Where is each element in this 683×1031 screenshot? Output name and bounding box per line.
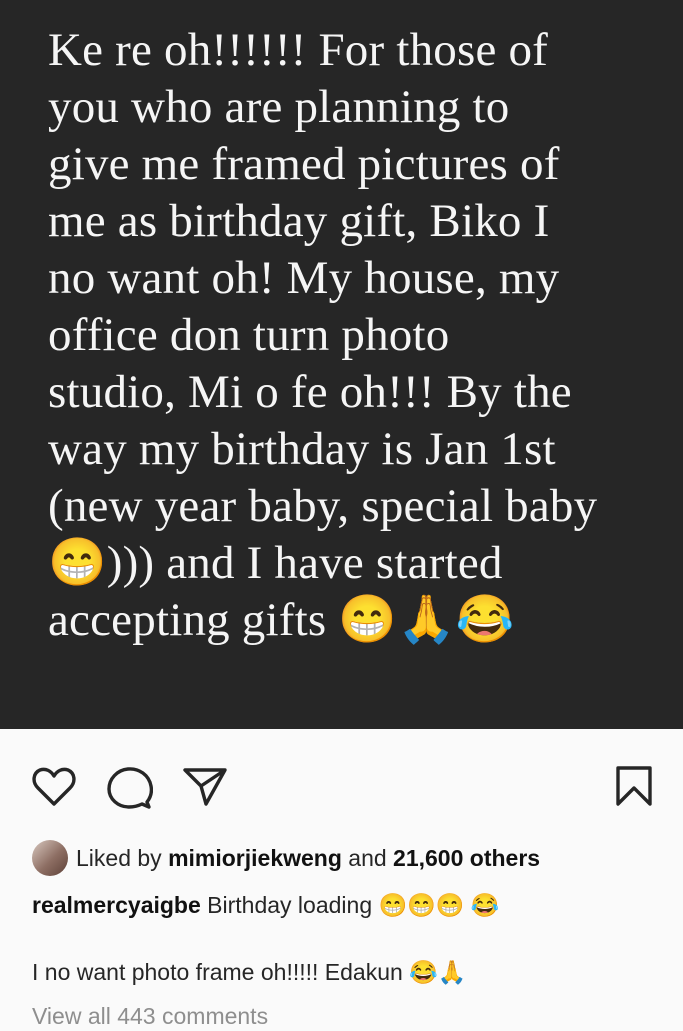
caption: realmercyaigbe Birthday loading 😁😁😁 😂: [32, 892, 499, 919]
action-bar: [0, 729, 683, 839]
liked-by-prefix: Liked by: [76, 844, 169, 871]
liked-by-row: Liked by mimiorjiekweng and 21,600 other…: [32, 838, 540, 878]
liked-by-username[interactable]: mimiorjiekweng: [168, 845, 342, 872]
comment-text: I no want photo frame oh!!!!! Edakun 😂🙏: [32, 959, 467, 985]
avatar[interactable]: [32, 840, 68, 876]
post-text-line: Ke re oh!!!!!! For those of: [48, 24, 549, 76]
post-text-line: office don turn photo: [48, 309, 450, 361]
likes-count[interactable]: 21,600 others: [393, 845, 540, 872]
post-text-line: way my birthday is Jan 1st: [48, 423, 556, 475]
post-image[interactable]: Ke re oh!!!!!! For those of you who are …: [0, 0, 683, 729]
post-text-line: no want oh! My house, my: [48, 252, 560, 304]
post-text-line: accepting gifts 😁🙏😂: [48, 594, 515, 646]
comment-icon[interactable]: [107, 766, 153, 810]
caption-username[interactable]: realmercyaigbe: [32, 892, 201, 918]
share-icon[interactable]: [183, 767, 227, 807]
post-text-line: you who are planning to: [48, 81, 510, 133]
post-text-line: me as birthday gift, Biko I: [48, 195, 550, 247]
post-text-line: 😁))) and I have started: [48, 537, 503, 589]
view-all-comments-link[interactable]: View all 443 comments: [32, 1003, 268, 1030]
caption-text: Birthday loading 😁😁😁 😂: [200, 892, 500, 918]
post-text-line: give me framed pictures of: [48, 138, 560, 190]
heart-icon[interactable]: [31, 767, 77, 807]
post-text-line: studio, Mi o fe oh!!! By the: [48, 366, 572, 418]
bookmark-icon[interactable]: [614, 765, 654, 807]
liked-by-and: and: [341, 844, 394, 871]
post-text-line: (new year baby, special baby: [48, 480, 598, 532]
post-image-text: Ke re oh!!!!!! For those of you who are …: [48, 22, 648, 649]
